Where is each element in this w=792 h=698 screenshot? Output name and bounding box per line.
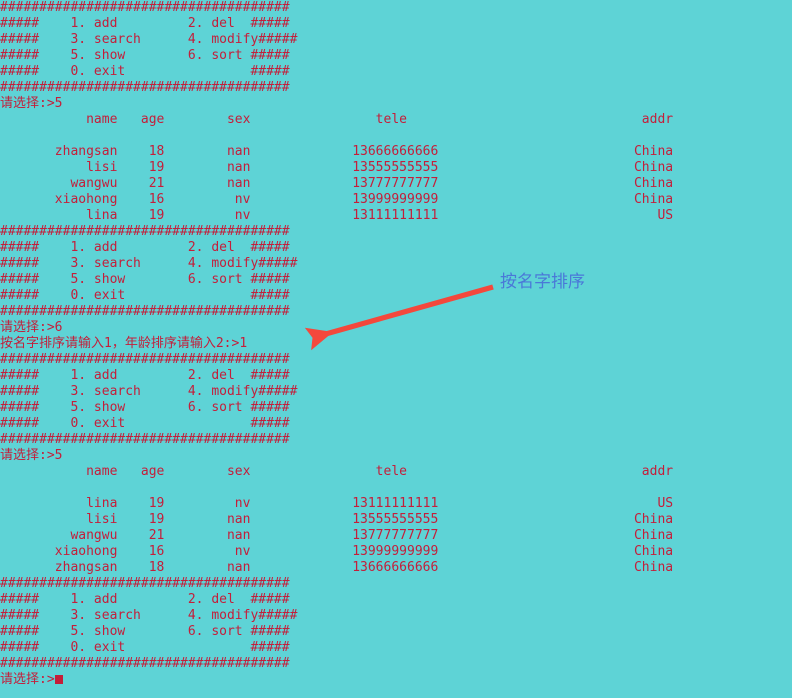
prompt-value: 6 xyxy=(54,320,63,335)
menu-row-2[interactable]: ##### 5. show 6. sort ##### xyxy=(0,48,792,64)
menu-row-1[interactable]: ##### 3. search 4. modify##### xyxy=(0,608,792,624)
menu-row-3[interactable]: ##### 0. exit ##### xyxy=(0,64,792,80)
menu-row-3[interactable]: ##### 0. exit ##### xyxy=(0,288,792,304)
prompt-label: 请选择:> xyxy=(0,672,55,687)
menu-row-3[interactable]: ##### 0. exit ##### xyxy=(0,416,792,432)
terminal-output[interactable]: ##################################### ###… xyxy=(0,0,792,698)
sort-prompt-value: 1 xyxy=(239,336,248,351)
text-cursor xyxy=(54,675,63,684)
prompt-choice-final[interactable]: 请选择:> xyxy=(0,672,792,688)
prompt-choice-3[interactable]: 请选择:>5 xyxy=(0,448,792,464)
menu-separator: ##################################### xyxy=(0,0,290,15)
menu-row-1[interactable]: ##### 3. search 4. modify##### xyxy=(0,256,792,272)
menu-separator: ##################################### xyxy=(0,656,290,671)
menu-row-0[interactable]: ##### 1. add 2. del ##### xyxy=(0,16,792,32)
table-row: zhangsan 18 nan 13666666666 China xyxy=(0,144,674,159)
sort-option-prompt[interactable]: 按名字排序请输入1，年龄排序请输入2:>1 xyxy=(0,336,792,352)
menu-row-0[interactable]: ##### 1. add 2. del ##### xyxy=(0,592,792,608)
prompt-choice-1[interactable]: 请选择:>5 xyxy=(0,96,792,112)
table-unsorted-spacer xyxy=(0,128,792,144)
prompt-value: 5 xyxy=(54,96,63,111)
menu-separator: ##################################### xyxy=(0,224,290,239)
menu-row-3[interactable]: ##### 0. exit ##### xyxy=(0,640,792,656)
table-sorted-header: name age sex tele addr xyxy=(0,464,674,479)
menu-separator: ##################################### xyxy=(0,352,290,367)
menu-row-2[interactable]: ##### 5. show 6. sort ##### xyxy=(0,272,792,288)
table-row: lina 19 nv 13111111111 US xyxy=(0,208,674,223)
table-row: lina 19 nv 13111111111 US xyxy=(0,496,674,511)
prompt-choice-2[interactable]: 请选择:>6 xyxy=(0,320,792,336)
menu-row-2[interactable]: ##### 5. show 6. sort ##### xyxy=(0,624,792,640)
table-row: xiaohong 16 nv 13999999999 China xyxy=(0,192,674,207)
table-row: wangwu 21 nan 13777777777 China xyxy=(0,176,674,191)
menu-separator: ##################################### xyxy=(0,304,290,319)
sort-prompt-label: 按名字排序请输入1，年龄排序请输入2:> xyxy=(0,336,240,351)
menu-separator: ##################################### xyxy=(0,432,290,447)
menu-row-2[interactable]: ##### 5. show 6. sort ##### xyxy=(0,400,792,416)
annotation-label: 按名字排序 xyxy=(500,272,585,292)
menu-separator: ##################################### xyxy=(0,80,290,95)
menu-row-0[interactable]: ##### 1. add 2. del ##### xyxy=(0,368,792,384)
menu-row-0[interactable]: ##### 1. add 2. del ##### xyxy=(0,240,792,256)
prompt-value: 5 xyxy=(54,448,63,463)
table-sorted-spacer xyxy=(0,480,792,496)
menu-row-1[interactable]: ##### 3. search 4. modify##### xyxy=(0,32,792,48)
prompt-label: 请选择:> xyxy=(0,448,55,463)
table-row: xiaohong 16 nv 13999999999 China xyxy=(0,544,674,559)
menu-separator: ##################################### xyxy=(0,576,290,591)
table-unsorted-header: name age sex tele addr xyxy=(0,112,674,127)
menu-row-1[interactable]: ##### 3. search 4. modify##### xyxy=(0,384,792,400)
table-row: lisi 19 nan 13555555555 China xyxy=(0,160,674,175)
table-row: lisi 19 nan 13555555555 China xyxy=(0,512,674,527)
prompt-label: 请选择:> xyxy=(0,320,55,335)
prompt-label: 请选择:> xyxy=(0,96,55,111)
table-row: wangwu 21 nan 13777777777 China xyxy=(0,528,674,543)
table-row: zhangsan 18 nan 13666666666 China xyxy=(0,560,674,575)
